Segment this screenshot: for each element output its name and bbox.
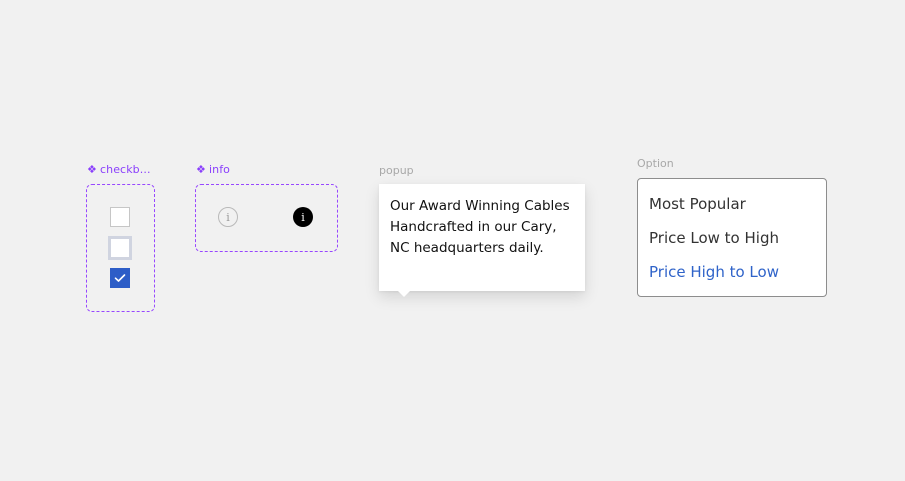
info-filled-glyph: i: [301, 210, 305, 224]
popup-caret: [398, 291, 410, 297]
popup-frame-label: popup: [379, 164, 414, 177]
checkbox-set-label: ❖ checkb...: [87, 163, 151, 176]
info-outline-icon[interactable]: i: [218, 207, 238, 227]
option-most-popular[interactable]: Most Popular: [649, 192, 826, 226]
option-list: Most Popular Price Low to High Price Hig…: [637, 178, 827, 297]
checkmark-icon: [114, 274, 126, 282]
popup-text: Our Award Winning Cables Handcrafted in …: [390, 198, 570, 256]
checkbox-set-label-text: checkb...: [99, 163, 151, 176]
checkbox-default[interactable]: [110, 207, 130, 227]
option-price-low-to-high[interactable]: Price Low to High: [649, 226, 826, 260]
info-set-frame: [195, 184, 338, 252]
component-icon: ❖: [87, 163, 97, 176]
checkbox-checked[interactable]: [110, 268, 130, 288]
component-icon: ❖: [196, 163, 206, 176]
info-outline-glyph: i: [226, 210, 230, 224]
option-frame-label: Option: [637, 157, 674, 170]
info-set-label: ❖ info: [196, 163, 230, 176]
popup-tooltip: Our Award Winning Cables Handcrafted in …: [379, 184, 585, 297]
info-set-label-text: info: [208, 163, 230, 176]
checkbox-focused[interactable]: [108, 236, 132, 260]
info-filled-icon[interactable]: i: [293, 207, 313, 227]
option-price-high-to-low[interactable]: Price High to Low: [649, 260, 826, 294]
